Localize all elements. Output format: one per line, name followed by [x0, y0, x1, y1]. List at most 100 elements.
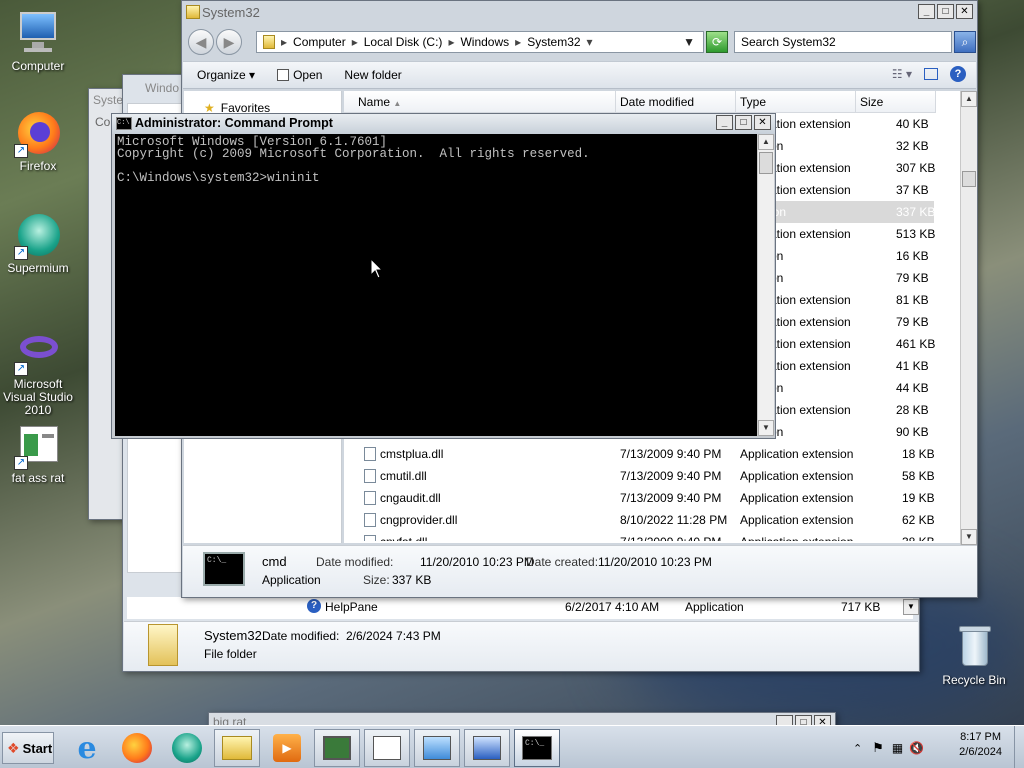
taskbar-firefox[interactable] [114, 729, 160, 767]
desktop-icon-supermium[interactable]: ↗ Supermium [0, 212, 80, 275]
search-icon[interactable]: ⌕ [954, 31, 976, 53]
desktop-icon-fat-ass-rat[interactable]: ↗ fat ass rat [0, 422, 80, 485]
preview-pane-icon[interactable] [924, 68, 938, 80]
desktop-icon-visual-studio[interactable]: ↗ Microsoft Visual Studio 2010 [0, 328, 80, 417]
chevron-down-icon[interactable]: ▾ [587, 35, 593, 49]
help-icon: ? [307, 599, 321, 613]
table-row[interactable]: ation extension 81 KB [770, 289, 934, 311]
desktop-icon-computer[interactable]: Computer [0, 10, 80, 73]
table-row[interactable]: on 32 KB [770, 135, 934, 157]
clock[interactable]: 8:17 PM 2/6/2024 [959, 730, 1002, 760]
search-input[interactable]: Search System32 [734, 31, 952, 53]
taskbar-media-player[interactable]: ▶ [264, 729, 310, 767]
scrollbar-thumb[interactable] [759, 152, 773, 174]
organize-button[interactable]: Organize ▾ [197, 68, 255, 82]
table-row[interactable]: ation extension 461 KB [770, 333, 935, 355]
breadcrumb-system32[interactable]: System32 [527, 35, 580, 49]
close-button[interactable]: ✕ [956, 4, 973, 19]
table-row[interactable]: ation extension 41 KB [770, 355, 934, 377]
scroll-down-button[interactable]: ▼ [903, 599, 919, 615]
taskbar-internet-explorer[interactable]: e [64, 729, 110, 767]
close-button[interactable]: ✕ [754, 115, 771, 130]
breadcrumb-computer[interactable]: Computer [293, 35, 346, 49]
scroll-down-button[interactable]: ▼ [961, 529, 977, 545]
cmd-app-icon: C:\_ [203, 552, 245, 586]
scroll-up-button[interactable]: ▲ [961, 91, 977, 107]
table-row[interactable]: ation extension 513 KB [770, 223, 935, 245]
windows-logo-icon: ❖ [7, 739, 20, 756]
table-row[interactable]: cngprovider.dll 8/10/2022 11:28 PM Applica… [344, 509, 940, 531]
show-hidden-icons-chevron-icon[interactable]: ⌃ [853, 742, 862, 755]
table-row[interactable]: ation extension 79 KB [770, 311, 934, 333]
address-bar[interactable]: ▸ Computer ▸ Local Disk (C:) ▸ Windows ▸… [256, 31, 704, 53]
column-header-date[interactable]: Date modified [616, 91, 736, 113]
table-row[interactable]: cmstplua.dll 7/13/2009 9:40 PM Application… [344, 443, 940, 465]
minimize-button[interactable]: _ [716, 115, 733, 130]
action-center-flag-icon[interactable]: ⚑ [872, 740, 884, 756]
table-row[interactable]: ation extension 40 KB [770, 113, 934, 135]
maximize-button[interactable]: □ [937, 4, 954, 19]
dll-file-icon [364, 513, 376, 527]
forward-button[interactable]: ▶ [216, 29, 242, 55]
command-prompt-window[interactable]: C:\ Administrator: Command Prompt _ □ ✕ … [111, 113, 776, 439]
cmd-title-bar[interactable]: C:\ Administrator: Command Prompt _ □ ✕ [112, 114, 775, 134]
taskbar[interactable]: ❖ Start e ▶ C:\_ ⌃ ⚑ ▦ 🔇 8:17 PM 2/6/202… [0, 725, 1024, 768]
taskbar-app-control-panel[interactable] [414, 729, 460, 767]
table-row[interactable]: ation extension 28 KB [770, 399, 934, 421]
table-row[interactable]: cnvfat.dll 7/13/2009 9:40 PM Application e… [344, 531, 940, 541]
cell-type: ation extension [770, 337, 851, 351]
scrollbar-thumb[interactable] [962, 171, 976, 187]
open-button[interactable]: Open [277, 68, 322, 82]
console-scrollbar[interactable]: ▲ ▼ [757, 134, 774, 436]
taskbar-explorer[interactable] [214, 729, 260, 767]
scroll-down-button[interactable]: ▼ [758, 420, 774, 436]
help-icon[interactable]: ? [950, 66, 966, 82]
cell-type: ation extension [770, 183, 851, 197]
cell-type: Application extension [740, 491, 854, 505]
taskbar-supermium[interactable] [164, 729, 210, 767]
window-title: System32 [202, 5, 260, 20]
taskbar-command-prompt[interactable]: C:\_ [514, 729, 560, 767]
breadcrumb-local-disk[interactable]: Local Disk (C:) [364, 35, 443, 49]
show-desktop-button[interactable] [1014, 726, 1024, 768]
cell-size: 19 KB [902, 491, 935, 505]
address-history-dropdown[interactable]: ▼ [683, 35, 695, 49]
cell-type: ation extension [770, 359, 851, 373]
table-row[interactable]: cngaudit.dll 7/13/2009 9:40 PM Application… [344, 487, 940, 509]
table-row[interactable]: on 90 KB [770, 421, 934, 443]
file-list-scrollbar[interactable]: ▲ ▼ [960, 91, 977, 545]
table-row[interactable]: ation extension 37 KB [770, 179, 934, 201]
refresh-button[interactable]: ⟳ [706, 31, 728, 53]
list-item[interactable]: ? HelpPane 6/2/2017 4:10 AM Application … [127, 597, 913, 619]
back-button[interactable]: ◀ [188, 29, 214, 55]
taskbar-app-remote[interactable] [464, 729, 510, 767]
table-row[interactable]: on 79 KB [770, 267, 934, 289]
table-row[interactable]: on 16 KB [770, 245, 934, 267]
table-row[interactable]: ation extension 307 KB [770, 157, 935, 179]
table-row[interactable]: on 44 KB [770, 377, 934, 399]
table-row[interactable]: cmutil.dll 7/13/2009 9:40 PM Application e… [344, 465, 940, 487]
maximize-button[interactable]: □ [735, 115, 752, 130]
start-button[interactable]: ❖ Start [2, 732, 54, 764]
scroll-up-button[interactable]: ▲ [758, 134, 774, 150]
column-header-type[interactable]: Type [736, 91, 856, 113]
volume-muted-icon[interactable]: 🔇 [909, 741, 924, 755]
mouse-cursor-icon [370, 258, 384, 279]
cell-size: 81 KB [896, 293, 929, 307]
taskbar-app-monitor[interactable] [314, 729, 360, 767]
column-header-name[interactable]: Name ▲ [344, 91, 616, 113]
table-row[interactable]: ion 337 KB [770, 201, 935, 223]
column-header-size[interactable]: Size [856, 91, 936, 113]
views-icon[interactable]: ☷ ▾ [892, 67, 912, 81]
desktop-icon-firefox[interactable]: ↗ Firefox [0, 110, 80, 173]
supermium-icon: ↗ [14, 212, 62, 260]
console-output[interactable]: Microsoft Windows [Version 6.1.7601] Cop… [115, 134, 757, 436]
minimize-button[interactable]: _ [918, 4, 935, 19]
desktop-icon-recycle-bin[interactable]: Recycle Bin [932, 624, 1016, 687]
breadcrumb-windows[interactable]: Windows [460, 35, 509, 49]
new-folder-button[interactable]: New folder [344, 68, 401, 82]
taskbar-app-window[interactable] [364, 729, 410, 767]
cell-date: 7/13/2009 9:40 PM [620, 469, 722, 483]
network-icon[interactable]: ▦ [892, 741, 903, 755]
cell-size: 37 KB [896, 183, 929, 197]
